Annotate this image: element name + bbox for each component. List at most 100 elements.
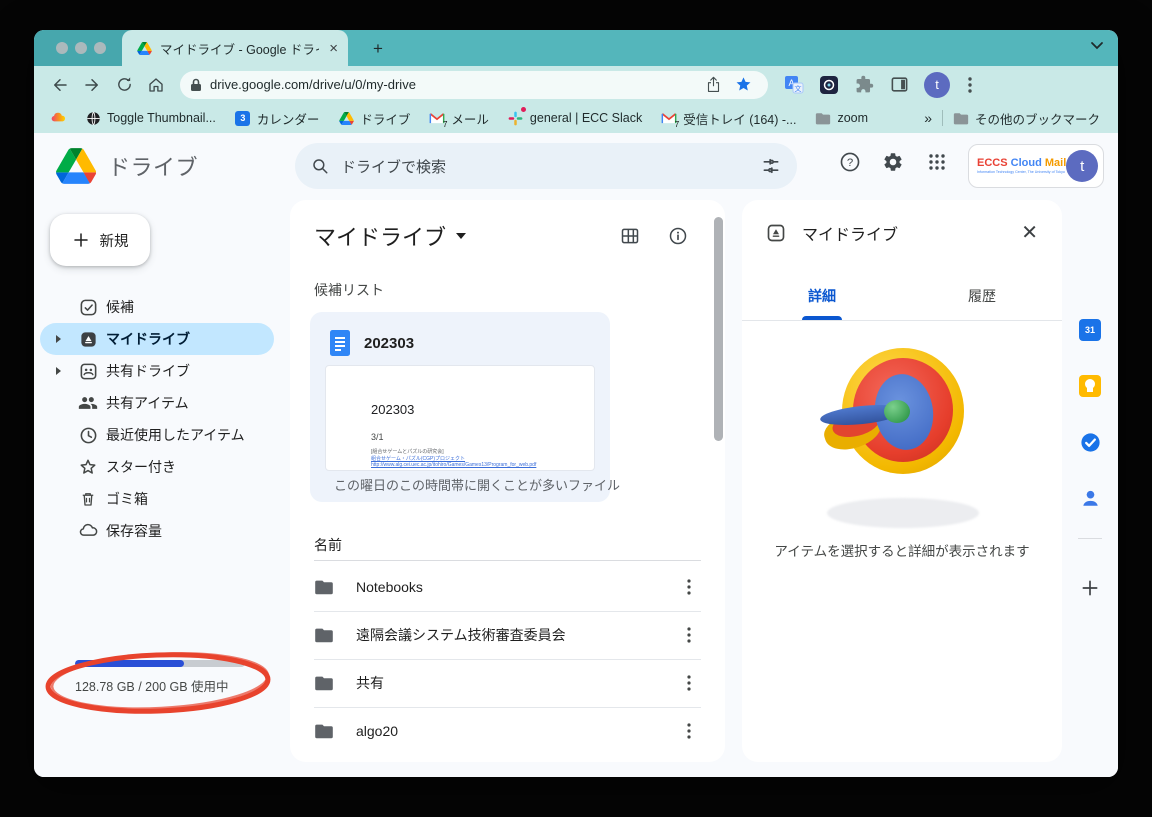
back-button[interactable] <box>47 72 73 98</box>
illustration-shadow <box>827 498 979 528</box>
scrollbar-thumb[interactable] <box>714 217 723 441</box>
file-list-header-name[interactable]: 名前 <box>314 530 701 561</box>
contacts-icon[interactable] <box>1078 486 1102 510</box>
bookmark-drive[interactable]: ドライブ <box>338 109 410 128</box>
eccs-logo: ECCS Cloud Mail Information Technology C… <box>977 158 1066 174</box>
sidebar-item-suggested[interactable]: 候補 <box>34 291 285 323</box>
bookmark-calendar[interactable]: 3 カレンダー <box>235 109 320 128</box>
close-icon[interactable]: ✕ <box>1021 220 1038 245</box>
details-panel-title: マイドライブ <box>802 221 898 245</box>
row-menu-kebab-icon[interactable] <box>677 671 701 695</box>
file-row-notebooks[interactable]: Notebooks <box>314 563 701 612</box>
file-browser-panel: マイドライブ 候補リスト 202303 202303 3/1 <box>290 200 725 762</box>
other-bookmarks[interactable]: その他のブックマーク <box>953 109 1100 128</box>
search-bar[interactable]: ドライブで検索 <box>295 143 797 189</box>
bookmark-toggle-thumbnail[interactable]: Toggle Thumbnail... <box>85 110 216 126</box>
sidebar-item-recent[interactable]: 最近使用したアイテム <box>34 419 285 451</box>
tab-list-chevron[interactable] <box>1090 41 1104 51</box>
details-panel: マイドライブ ✕ 詳細 履歴 アイテムを選択すると詳細が表示されます <box>742 200 1062 762</box>
browser-window: マイドライブ - Google ドライブ × + drive.google.co… <box>34 30 1118 777</box>
side-panel-icon[interactable] <box>887 73 911 97</box>
grid-view-toggle-icon[interactable] <box>616 222 644 250</box>
suggestion-reason: この曜日のこの時間帯に開くことが多いファイル <box>334 475 620 494</box>
gmail-badge: 7 <box>675 120 679 129</box>
translate-icon[interactable]: A文 <box>782 73 806 97</box>
sidebar-item-storage[interactable]: 保存容量 <box>34 515 285 547</box>
keep-icon[interactable] <box>1078 374 1102 398</box>
settings-gear-icon[interactable] <box>873 142 913 182</box>
drive-favicon <box>338 110 354 126</box>
browser-tab-active[interactable]: マイドライブ - Google ドライブ × <box>122 30 348 66</box>
browser-toolbar: drive.google.com/drive/u/0/my-drive A文 t <box>34 66 1118 103</box>
bookmark-slack[interactable]: general | ECC Slack <box>508 110 642 126</box>
sidebar-item-shared-with-me[interactable]: 共有アイテム <box>34 387 285 419</box>
search-options-tune-icon[interactable] <box>761 156 781 176</box>
suggested-file-card[interactable]: 202303 202303 3/1 [組合せゲームとパズルの研究会] 組合せゲー… <box>310 312 610 502</box>
folder-icon <box>314 579 334 595</box>
tab-activity[interactable]: 履歴 <box>902 272 1062 320</box>
my-drive-icon <box>78 329 98 349</box>
apps-grid-icon[interactable] <box>917 142 957 182</box>
bookmark-cloud[interactable] <box>50 110 66 126</box>
file-row-algo20[interactable]: algo20 <box>314 707 701 755</box>
sidebar-item-my-drive[interactable]: マイドライブ <box>34 323 285 355</box>
bookmark-star-icon[interactable] <box>731 73 755 97</box>
lock-icon <box>190 78 202 92</box>
close-window-button[interactable] <box>56 42 68 54</box>
storage-bar-fill <box>75 660 184 667</box>
new-button[interactable]: 新規 <box>50 214 150 266</box>
browser-menu-kebab-icon[interactable] <box>958 73 982 97</box>
expand-arrow-icon[interactable] <box>56 335 61 343</box>
get-addons-plus-icon[interactable] <box>1078 576 1102 600</box>
active-tab-underline <box>802 316 842 320</box>
tasks-icon[interactable] <box>1078 430 1102 454</box>
maximize-window-button[interactable] <box>94 42 106 54</box>
bookmark-folder-zoom[interactable]: zoom <box>815 110 868 126</box>
drive-logo[interactable] <box>56 148 96 184</box>
browser-profile-avatar[interactable]: t <box>924 72 950 98</box>
row-menu-kebab-icon[interactable] <box>677 575 701 599</box>
sidebar-item-trash[interactable]: ゴミ箱 <box>34 483 285 515</box>
sidebar-item-starred[interactable]: スター付き <box>34 451 285 483</box>
row-menu-kebab-icon[interactable] <box>677 719 701 743</box>
url-text: drive.google.com/drive/u/0/my-drive <box>210 77 698 92</box>
file-row-shared[interactable]: 共有 <box>314 659 701 708</box>
help-button[interactable]: ? <box>830 142 870 182</box>
reload-button[interactable] <box>111 72 137 98</box>
tab-details[interactable]: 詳細 <box>742 272 902 320</box>
expand-arrow-icon[interactable] <box>56 367 61 375</box>
account-chip[interactable]: ECCS Cloud Mail Information Technology C… <box>968 144 1104 188</box>
extension-dark-icon[interactable] <box>817 73 841 97</box>
home-button[interactable] <box>143 72 169 98</box>
new-tab-button[interactable]: + <box>368 39 388 59</box>
file-row-remote-committee[interactable]: 遠隔会議システム技術審査委員会 <box>314 611 701 660</box>
sidebar-item-shared-drives[interactable]: 共有ドライブ <box>34 355 285 387</box>
search-icon <box>311 157 329 175</box>
account-avatar[interactable]: t <box>1066 150 1098 182</box>
side-panel-rail: 31 <box>1062 200 1118 777</box>
row-menu-kebab-icon[interactable] <box>677 623 701 647</box>
location-title-dropdown[interactable]: マイドライブ <box>314 220 466 252</box>
bookmarks-overflow-chevron[interactable]: » <box>924 110 932 126</box>
cloud-icon <box>78 521 98 541</box>
cloud-gradient-icon <box>50 110 66 126</box>
tab-close-button[interactable]: × <box>327 40 340 57</box>
google-docs-icon <box>330 330 350 356</box>
minimize-window-button[interactable] <box>75 42 87 54</box>
bookmark-inbox[interactable]: 7 受信トレイ (164) -... <box>661 109 796 128</box>
extensions-puzzle-icon[interactable] <box>852 73 876 97</box>
calendar-icon[interactable]: 31 <box>1078 318 1102 342</box>
bookmarks-bar: Toggle Thumbnail... 3 カレンダー ドライブ 7 メール <box>34 103 1118 133</box>
info-icon[interactable] <box>664 222 692 250</box>
storage-progress-bar <box>75 660 245 667</box>
storage-usage-text: 128.78 GB / 200 GB 使用中 <box>75 676 229 695</box>
file-preview-thumbnail: 202303 3/1 [組合せゲームとパズルの研究会] 組合せゲーム・パズル(C… <box>325 365 595 471</box>
bookmark-gmail[interactable]: 7 メール <box>429 109 489 128</box>
share-icon[interactable] <box>701 73 725 97</box>
forward-button[interactable] <box>79 72 105 98</box>
drive-app: ドライブ ドライブで検索 ? ECCS Cloud Mail <box>34 133 1118 777</box>
suggested-icon <box>78 297 98 317</box>
address-bar[interactable]: drive.google.com/drive/u/0/my-drive <box>180 71 768 99</box>
suggested-file-title: 202303 <box>364 335 414 352</box>
clock-icon <box>78 425 98 445</box>
